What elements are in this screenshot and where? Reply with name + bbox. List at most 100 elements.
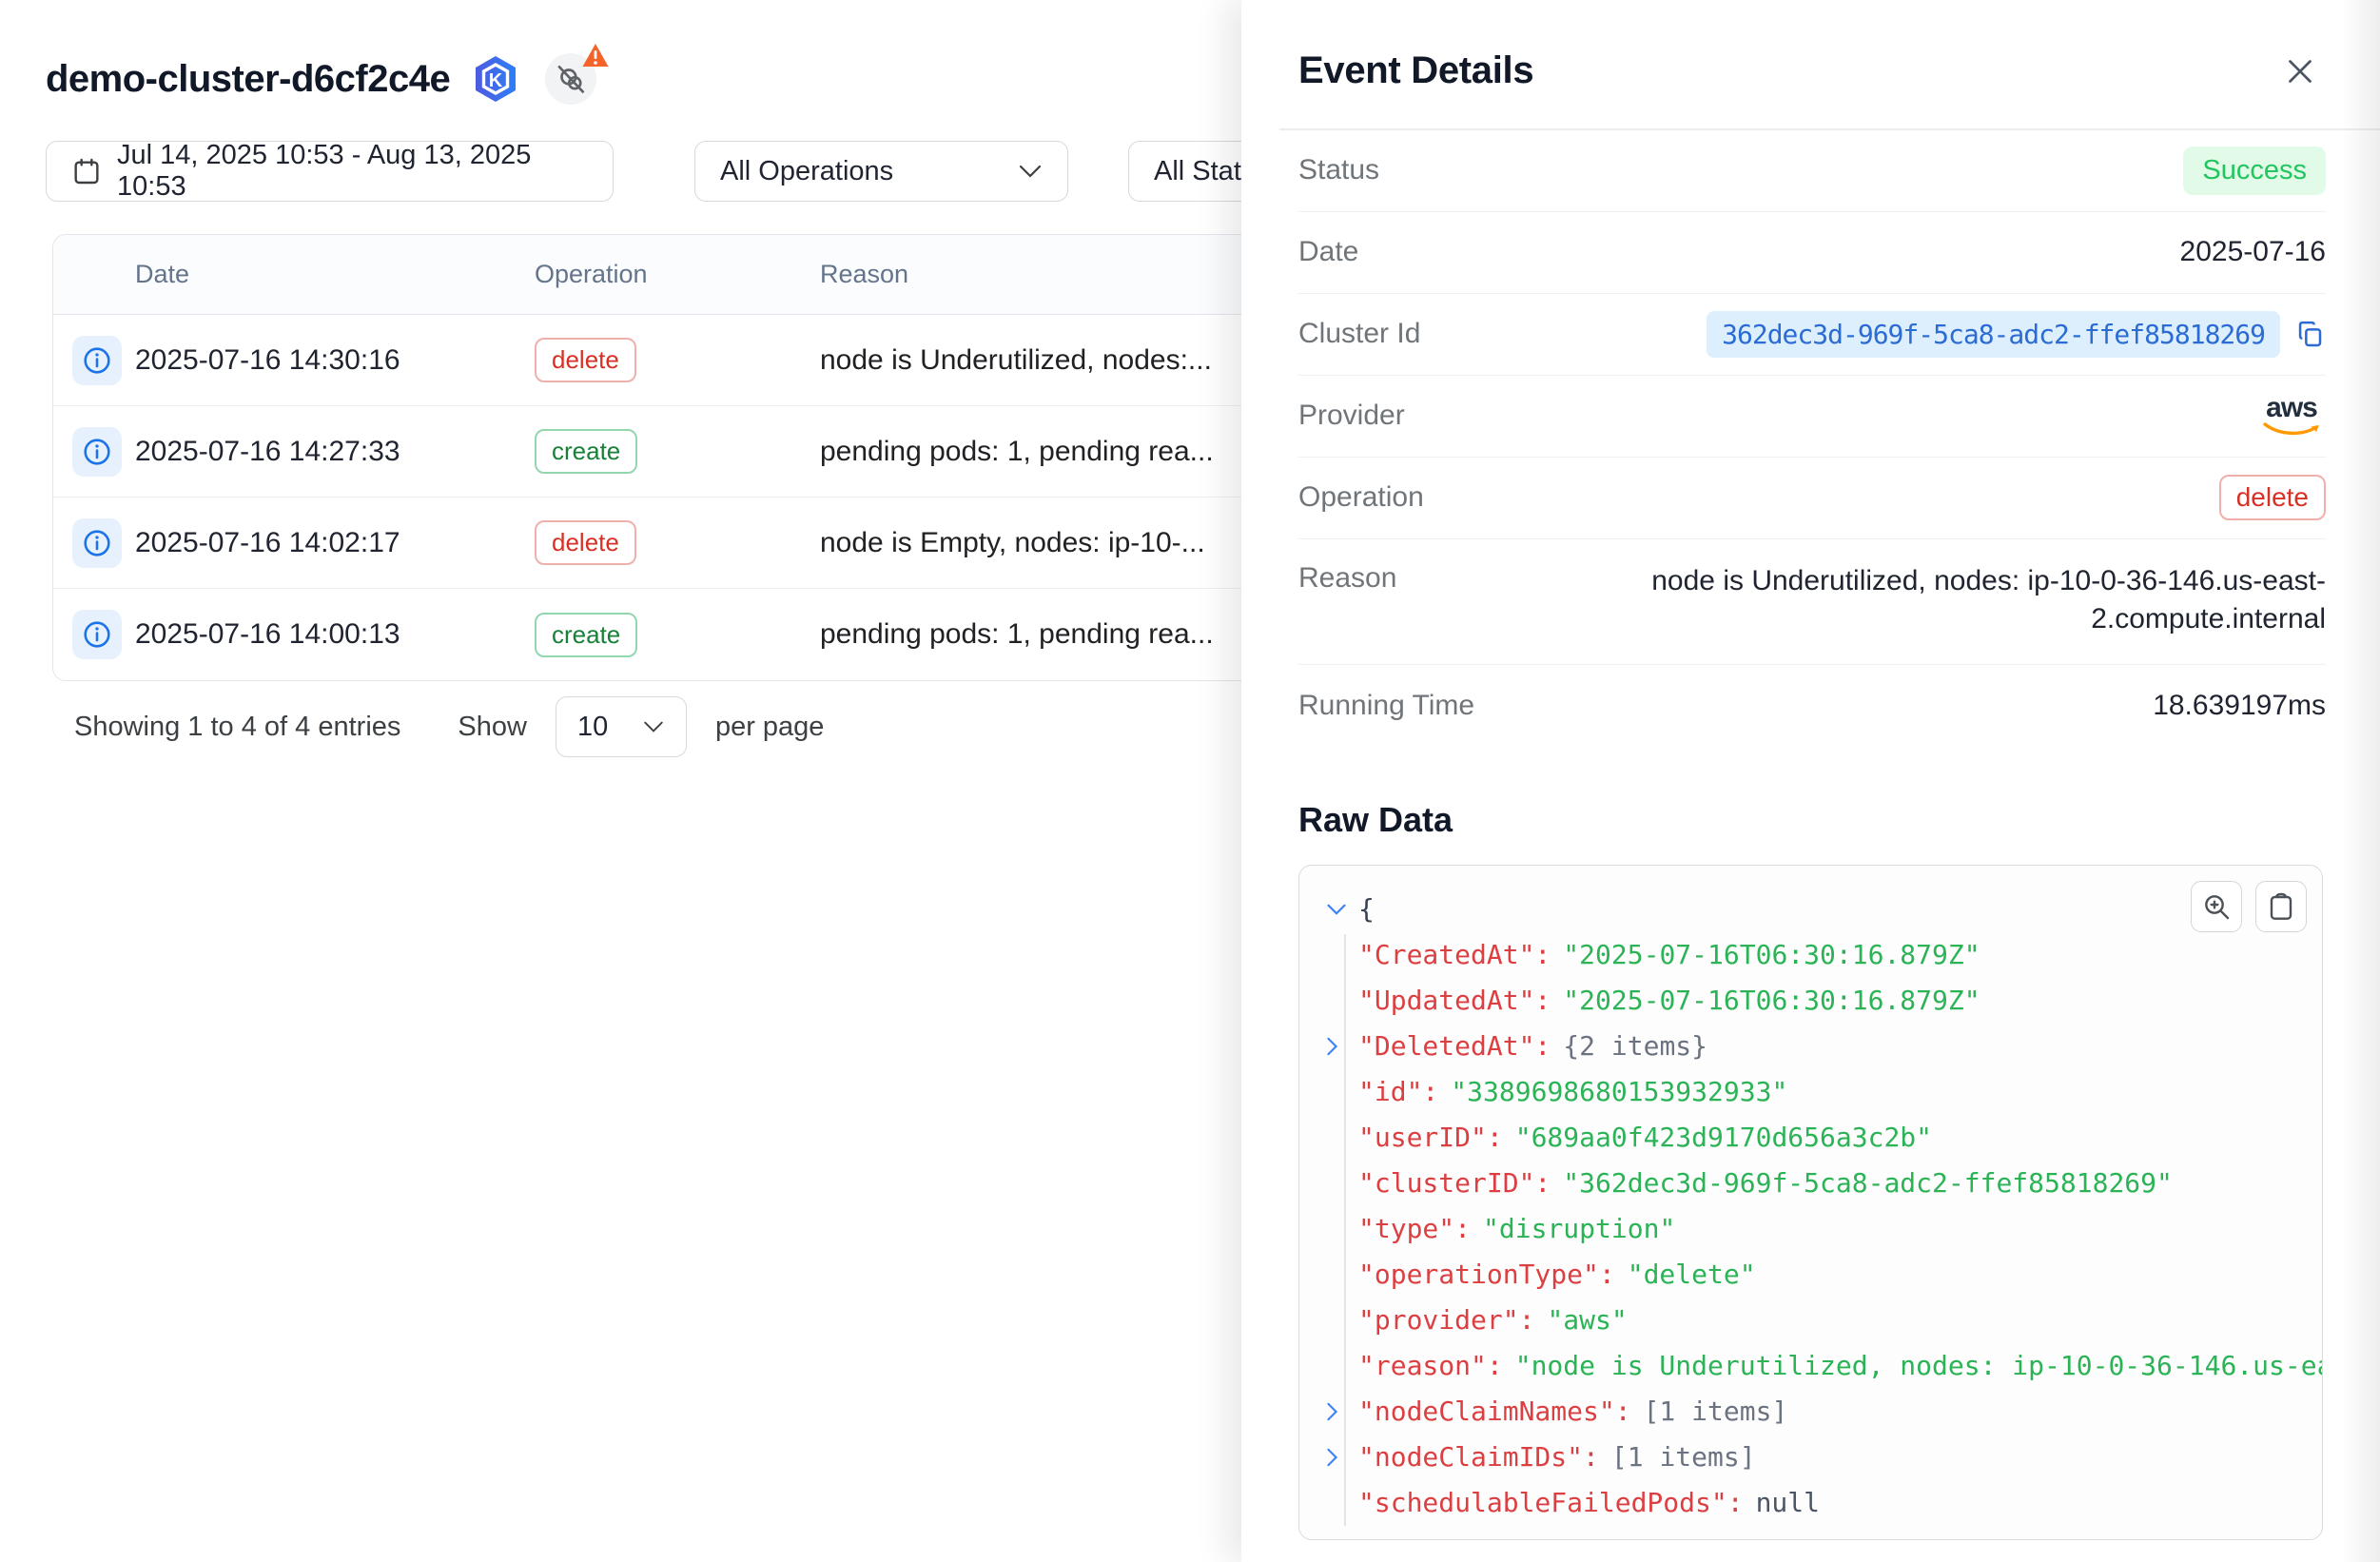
calendar-icon <box>71 156 102 186</box>
event-date: 2025-07-16 14:27:33 <box>135 436 535 468</box>
chevron-down-icon[interactable] <box>1326 903 1358 916</box>
operation-badge: create <box>535 613 637 657</box>
json-key: "CreatedAt": <box>1358 939 1551 970</box>
json-line: "nodeClaimNames": [1 items] <box>1326 1389 2299 1435</box>
operation-label: Operation <box>1298 481 1424 514</box>
json-line: "schedulableFailedPods": null <box>1326 1480 2299 1526</box>
reason-value: node is Underutilized, nodes: ip-10-0-36… <box>1574 562 2326 639</box>
field-row-operation: Operation delete <box>1298 458 2326 539</box>
json-value: "aws" <box>1547 1304 1627 1336</box>
json-key: "clusterID": <box>1358 1167 1551 1199</box>
zoom-in-icon[interactable] <box>2191 881 2242 932</box>
chevron-down-icon <box>1018 164 1043 179</box>
field-row-date: Date 2025-07-16 <box>1298 212 2326 294</box>
aws-logo-icon: aws <box>2261 394 2326 438</box>
json-value: "node is Underutilized, nodes: ip-10-0-3… <box>1515 1345 2323 1387</box>
field-row-reason: Reason node is Underutilized, nodes: ip-… <box>1298 539 2326 665</box>
json-value: null <box>1756 1487 1820 1518</box>
json-value: "disruption" <box>1483 1213 1675 1244</box>
field-row-running-time: Running Time 18.639197ms <box>1298 665 2326 747</box>
json-line: "clusterID": "362dec3d-969f-5ca8-adc2-ff… <box>1326 1161 2299 1206</box>
date-range-picker[interactable]: Jul 14, 2025 10:53 - Aug 13, 2025 10:53 <box>46 141 614 202</box>
chevron-right-icon[interactable] <box>1326 1447 1358 1468</box>
running-time-label: Running Time <box>1298 690 1474 722</box>
field-row-cluster-id: Cluster Id 362dec3d-969f-5ca8-adc2-ffef8… <box>1298 294 2326 376</box>
json-key: "reason": <box>1358 1350 1503 1381</box>
raw-data-json-viewer: { "CreatedAt": "2025-07-16T06:30:16.879Z… <box>1298 865 2323 1540</box>
chevron-down-icon <box>642 720 665 733</box>
running-time-value: 18.639197ms <box>2153 690 2326 722</box>
json-value: "362dec3d-969f-5ca8-adc2-ffef85818269" <box>1563 1167 2173 1199</box>
event-details-panel: Event Details Status Success Date 2025-0… <box>1241 0 2380 1562</box>
json-key: "id": <box>1358 1076 1438 1107</box>
column-header-date: Date <box>135 260 535 289</box>
json-key: "type": <box>1358 1213 1471 1244</box>
json-value: {2 items} <box>1563 1030 1707 1062</box>
kubernetes-logo-icon: K <box>471 54 520 104</box>
provider-label: Provider <box>1298 400 1405 432</box>
json-key: "nodeClaimIDs": <box>1358 1441 1599 1473</box>
warning-triangle-icon <box>581 42 610 73</box>
json-line: "provider": "aws" <box>1326 1298 2299 1343</box>
json-key: "operationType": <box>1358 1259 1615 1290</box>
json-line: "userID": "689aa0f423d9170d656a3c2b" <box>1326 1115 2299 1161</box>
json-line: "id": "3389698680153932933" <box>1326 1069 2299 1115</box>
info-icon[interactable] <box>72 427 122 477</box>
event-date: 2025-07-16 14:30:16 <box>135 344 535 377</box>
json-value: "689aa0f423d9170d656a3c2b" <box>1515 1122 1932 1153</box>
page-title: demo-cluster-d6cf2c4e <box>46 58 450 101</box>
chevron-right-icon[interactable] <box>1326 1401 1358 1422</box>
panel-title: Event Details <box>1298 49 1533 92</box>
json-line: "reason": "node is Underutilized, nodes:… <box>1326 1343 2299 1389</box>
json-line: "CreatedAt": "2025-07-16T06:30:16.879Z" <box>1326 932 2299 978</box>
copy-json-icon[interactable] <box>2255 881 2307 932</box>
cluster-id-value: 362dec3d-969f-5ca8-adc2-ffef85818269 <box>1707 311 2280 358</box>
operations-filter-label: All Operations <box>720 156 893 187</box>
event-date: 2025-07-16 14:00:13 <box>135 618 535 651</box>
info-icon[interactable] <box>72 610 122 659</box>
pagination-summary: Showing 1 to 4 of 4 entries <box>74 712 400 743</box>
field-row-provider: Provider aws <box>1298 376 2326 458</box>
json-line: "DeletedAt": {2 items} <box>1326 1024 2299 1069</box>
open-brace: { <box>1358 893 1375 925</box>
pagination-bar: Showing 1 to 4 of 4 entries Show 10 per … <box>74 696 824 757</box>
json-value: [1 items] <box>1611 1441 1756 1473</box>
json-value: "2025-07-16T06:30:16.879Z" <box>1563 939 1980 970</box>
close-icon[interactable] <box>2279 50 2321 92</box>
operation-badge: create <box>535 429 637 474</box>
column-header-operation: Operation <box>535 260 820 289</box>
event-date: 2025-07-16 14:02:17 <box>135 527 535 559</box>
json-key: "schedulableFailedPods": <box>1358 1487 1744 1518</box>
svg-text:K: K <box>489 70 503 91</box>
title-icons: K <box>471 53 596 105</box>
json-key: "UpdatedAt": <box>1358 985 1551 1016</box>
json-key: "provider": <box>1358 1304 1534 1336</box>
json-root-line: { <box>1326 887 2299 932</box>
reason-label: Reason <box>1298 562 1396 595</box>
date-label: Date <box>1298 236 1358 268</box>
status-badge: Success <box>2183 146 2326 195</box>
operation-badge: delete <box>535 338 636 382</box>
json-line: "UpdatedAt": "2025-07-16T06:30:16.879Z" <box>1326 978 2299 1024</box>
per-page-label: per page <box>715 712 825 743</box>
json-key: "nodeClaimNames": <box>1358 1396 1631 1427</box>
info-icon[interactable] <box>72 336 122 385</box>
cluster-header: demo-cluster-d6cf2c4e K <box>46 53 596 105</box>
copy-icon[interactable] <box>2295 319 2326 349</box>
date-value: 2025-07-16 <box>2180 236 2326 268</box>
json-key: "DeletedAt": <box>1358 1030 1551 1062</box>
json-value: "3389698680153932933" <box>1451 1076 1787 1107</box>
chevron-right-icon[interactable] <box>1326 1036 1358 1057</box>
json-value: "delete" <box>1628 1259 1756 1290</box>
info-icon[interactable] <box>72 518 122 568</box>
cluster-id-label: Cluster Id <box>1298 318 1420 350</box>
field-row-status: Status Success <box>1298 130 2326 212</box>
json-line: "nodeClaimIDs": [1 items] <box>1326 1435 2299 1480</box>
json-value: [1 items] <box>1644 1396 1788 1427</box>
connection-status-icon <box>545 53 596 105</box>
page-size-select[interactable]: 10 <box>556 696 687 757</box>
json-key: "userID": <box>1358 1122 1503 1153</box>
operation-badge: delete <box>535 520 636 565</box>
page-size-value: 10 <box>577 712 608 743</box>
operations-filter-dropdown[interactable]: All Operations <box>694 141 1068 202</box>
